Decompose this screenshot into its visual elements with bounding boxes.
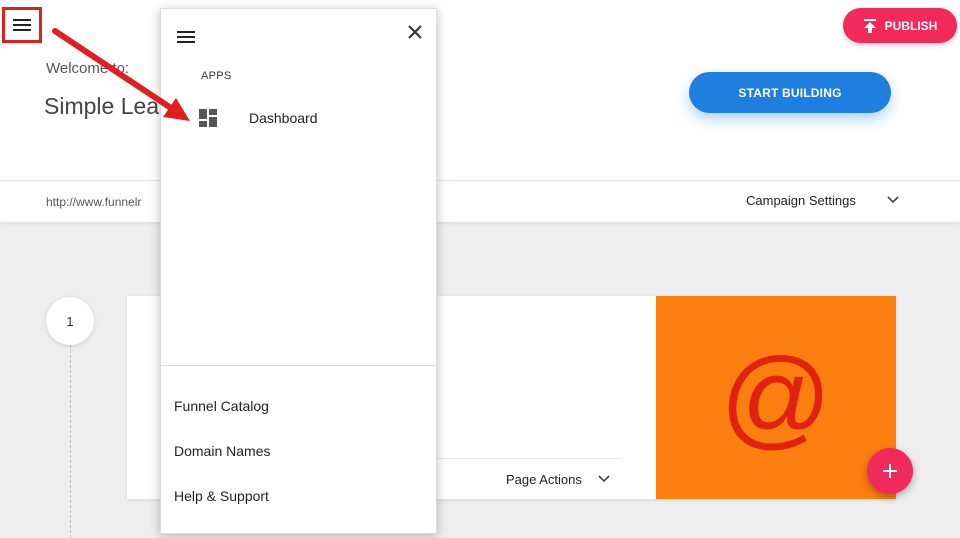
chevron-down-icon[interactable] <box>597 474 611 484</box>
welcome-text: Welcome to: <box>46 60 130 77</box>
plus-icon <box>883 464 897 478</box>
page-actions-dropdown[interactable]: Page Actions <box>506 472 582 487</box>
campaign-settings-dropdown[interactable]: Campaign Settings <box>746 193 856 208</box>
step-number: 1 <box>46 297 94 345</box>
at-symbol-icon: @ <box>720 335 832 459</box>
campaign-title: Simple Lead <box>44 93 172 119</box>
dashboard-icon <box>199 109 217 127</box>
menu-button[interactable] <box>2 7 42 43</box>
start-building-button[interactable]: START BUILDING <box>689 72 891 113</box>
close-icon[interactable] <box>406 23 424 41</box>
drawer-item-label: Dashboard <box>249 110 318 126</box>
navigation-drawer: APPS Dashboard Funnel Catalog Domain Nam… <box>160 8 437 534</box>
drawer-link-funnel-catalog[interactable]: Funnel Catalog <box>174 398 269 414</box>
funnel-url[interactable]: http://www.funnelr <box>46 195 141 209</box>
publish-label: PUBLISH <box>884 18 938 33</box>
drawer-item-dashboard[interactable]: Dashboard <box>161 105 436 133</box>
hamburger-menu-icon[interactable] <box>176 29 196 45</box>
upload-icon <box>863 18 876 33</box>
hamburger-menu-icon <box>13 19 31 31</box>
drawer-divider <box>161 365 436 366</box>
card-divider <box>427 458 622 459</box>
page-thumbnail[interactable]: @ <box>656 296 896 499</box>
drawer-link-domain-names[interactable]: Domain Names <box>174 443 270 459</box>
apps-heading: APPS <box>201 70 232 82</box>
chevron-down-icon[interactable] <box>886 195 900 205</box>
start-building-label: START BUILDING <box>738 85 842 100</box>
add-page-button[interactable] <box>867 448 913 494</box>
url-bar: http://www.funnelr Campaign Settings <box>0 180 960 222</box>
top-header: Welcome to: Simple Lead PUBLISH START BU… <box>0 0 960 180</box>
step-connector-line <box>70 345 71 538</box>
drawer-link-help-support[interactable]: Help & Support <box>174 488 269 504</box>
publish-button[interactable]: PUBLISH <box>843 8 957 43</box>
